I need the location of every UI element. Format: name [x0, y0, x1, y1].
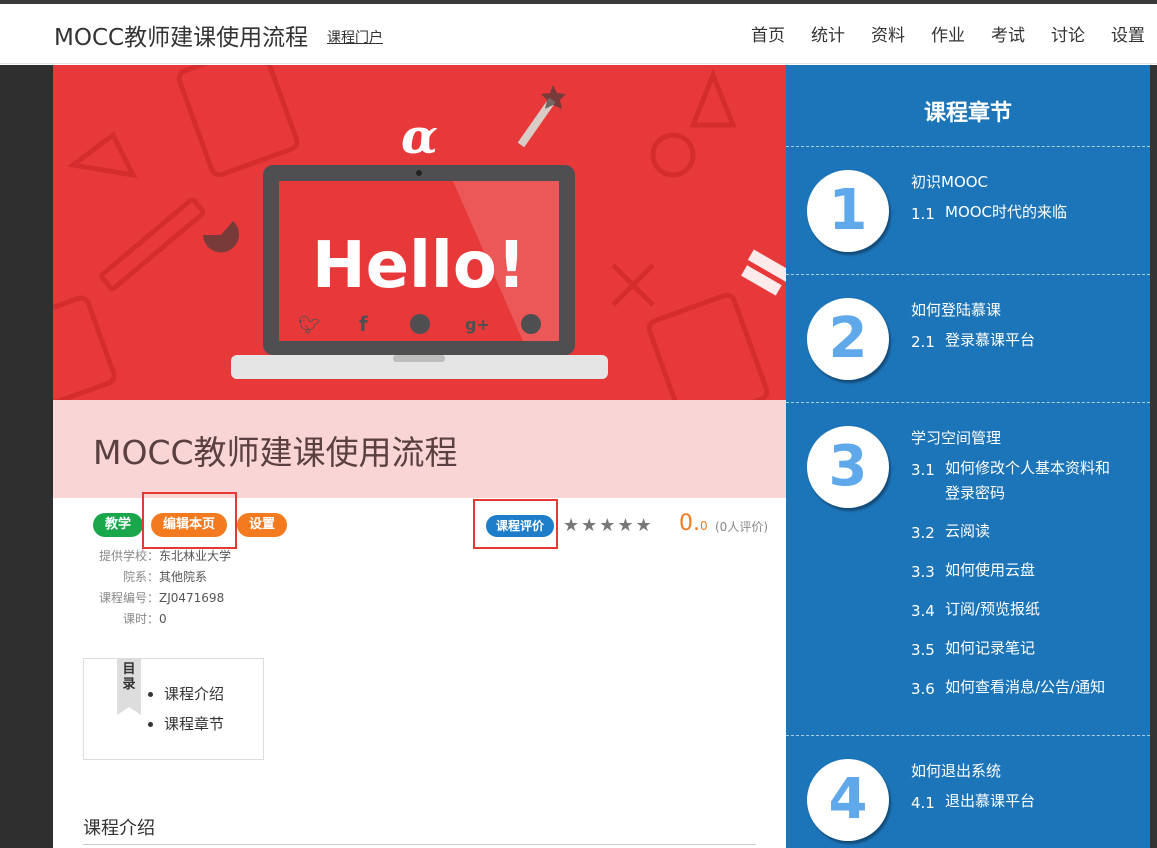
info-course-code: 课程编号：ZJ0471698	[98, 591, 225, 605]
nav-home[interactable]: 首页	[751, 21, 785, 46]
eval-highlight-box	[473, 499, 558, 549]
chapter-title-1[interactable]: 初识MOOC	[911, 171, 988, 192]
info-school: 提供学校：东北林业大学	[98, 549, 232, 563]
github-icon	[521, 314, 541, 334]
info-department: 院系：其他院系	[122, 570, 208, 584]
site-title: MOCC教师建课使用流程	[54, 25, 309, 51]
course-content: 教学 编辑本页 设置 课程评价 ★★★★★ 0.0 (0人评价) 提供学校：东北…	[53, 492, 786, 848]
chapter-title-4[interactable]: 如何退出系统	[911, 760, 1001, 781]
facebook-icon: f	[359, 312, 368, 336]
intro-heading: 课程介绍	[83, 818, 155, 839]
toc-ribbon: 目录	[117, 659, 141, 715]
left-dark-bar	[0, 65, 53, 848]
rating-stars[interactable]: ★★★★★	[563, 515, 654, 536]
toc-item-intro[interactable]: 课程介绍	[164, 683, 224, 704]
intro-divider	[83, 844, 756, 845]
main-nav: 首页 统计 资料 作业 考试 讨论 设置	[751, 21, 1157, 46]
nav-settings[interactable]: 设置	[1111, 21, 1145, 46]
section-3-4[interactable]: 3.4 订阅/预览报纸	[911, 600, 1040, 622]
chapter-sidebar: 课程章节 1 初识MOOC 1.1 MOOC时代的来临 2 如何登陆慕课 2.1 登…	[786, 65, 1150, 848]
section-3-6[interactable]: 3.6 如何查看消息/公告/通知	[911, 678, 1105, 700]
right-dark-edge	[1150, 65, 1157, 848]
chapter-number-1: 1	[807, 170, 889, 252]
banner-illustration: α Hello! 🐦︎ f g+	[53, 65, 786, 400]
section-4-1[interactable]: 4.1 退出慕课平台	[911, 792, 1035, 814]
course-portal-link[interactable]: 课程门户	[327, 27, 383, 47]
divider	[786, 146, 1150, 147]
section-1-1[interactable]: 1.1 MOOC时代的来临	[911, 203, 1067, 225]
header: MOCC教师建课使用流程 课程门户 首页 统计 资料 作业 考试 讨论 设置	[0, 4, 1157, 64]
section-3-5[interactable]: 3.5 如何记录笔记	[911, 639, 1035, 661]
divider	[786, 735, 1150, 736]
chapter-title-3[interactable]: 学习空间管理	[911, 427, 1001, 448]
chapter-number-3: 3	[807, 426, 889, 508]
chapter-title-2[interactable]: 如何登陆慕课	[911, 299, 1001, 320]
section-3-3[interactable]: 3.3 如何使用云盘	[911, 561, 1035, 583]
divider	[786, 402, 1150, 403]
twitter-icon: 🐦︎	[298, 315, 321, 336]
nav-homework[interactable]: 作业	[931, 21, 965, 46]
settings-button[interactable]: 设置	[237, 513, 288, 537]
rating-score: 0.0	[679, 511, 708, 536]
toc-item-chapters[interactable]: 课程章节	[164, 713, 224, 734]
info-hours: 课时：0	[122, 612, 167, 626]
course-title-bar: MOCC教师建课使用流程	[53, 400, 786, 498]
nav-exam[interactable]: 考试	[991, 21, 1025, 46]
nav-statistics[interactable]: 统计	[811, 21, 845, 46]
edit-highlight-box	[142, 492, 237, 549]
alpha-glyph: α	[401, 109, 438, 165]
section-2-1[interactable]: 2.1 登录慕课平台	[911, 331, 1035, 353]
blogger-icon	[410, 314, 430, 334]
chapter-number-4: 4	[807, 759, 889, 841]
table-of-contents: 目录 课程介绍 课程章节	[83, 658, 264, 760]
googleplus-icon: g+	[465, 315, 490, 334]
review-count: (0人评价)	[715, 520, 768, 534]
sidebar-title: 课程章节	[923, 101, 1012, 126]
nav-materials[interactable]: 资料	[871, 21, 905, 46]
course-banner: α Hello! 🐦︎ f g+	[53, 65, 786, 400]
course-title: MOCC教师建课使用流程	[93, 433, 458, 472]
section-3-1[interactable]: 3.1 如何修改个人基本资料和 登录密码	[911, 459, 1110, 506]
tag-teach[interactable]: 教学	[93, 513, 144, 537]
hello-text: Hello!	[312, 229, 526, 303]
nav-discussion[interactable]: 讨论	[1051, 21, 1085, 46]
chapter-number-2: 2	[807, 298, 889, 380]
divider	[786, 274, 1150, 275]
section-3-2[interactable]: 3.2 云阅读	[911, 522, 990, 544]
